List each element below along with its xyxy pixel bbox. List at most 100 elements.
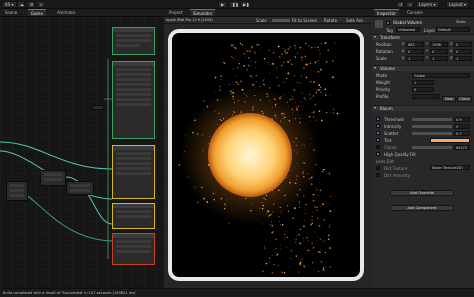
pause-button[interactable]: ❚❚: [229, 1, 239, 8]
profile-field[interactable]: [412, 94, 440, 99]
spark: [329, 210, 332, 212]
volume-value-field[interactable]: 0: [412, 87, 434, 92]
spark: [328, 172, 331, 175]
object-name[interactable]: Global Volume: [393, 20, 422, 25]
bloom-value-field[interactable]: 0.9: [454, 117, 470, 122]
bloom-slider-track[interactable]: [412, 146, 452, 149]
bloom-value-field[interactable]: 5: [454, 124, 470, 129]
spark: [228, 222, 230, 224]
collab-icon[interactable]: ⚙: [27, 1, 35, 8]
volume-value-field[interactable]: 1: [412, 80, 434, 85]
operator-node[interactable]: [66, 181, 94, 195]
spark: [319, 189, 322, 192]
override-checkbox[interactable]: [376, 131, 380, 135]
transform-value-field[interactable]: 0: [406, 49, 424, 54]
override-checkbox[interactable]: [376, 138, 380, 142]
spark: [314, 206, 316, 208]
tab-console[interactable]: Console: [404, 9, 426, 16]
operator-node[interactable]: [40, 170, 66, 186]
spark: [303, 173, 304, 174]
spark: [281, 271, 283, 274]
transform-value-field[interactable]: 882: [406, 42, 424, 47]
tab-inspector[interactable]: Inspector: [374, 9, 399, 16]
volume-value-field[interactable]: Global: [412, 73, 470, 78]
active-checkbox[interactable]: [386, 21, 390, 25]
property-node[interactable]: [6, 181, 28, 201]
spark: [283, 271, 286, 274]
static-toggle[interactable]: Static: [456, 20, 466, 24]
spark: [316, 103, 317, 105]
bloom-slider-track[interactable]: [412, 125, 452, 128]
transform-value-field[interactable]: 0: [454, 49, 472, 54]
status-bar[interactable]: Build completed with a result of 'Succee…: [0, 288, 474, 297]
search-icon[interactable]: ⌕: [406, 1, 414, 8]
override-checkbox[interactable]: [376, 145, 380, 149]
update-context-node[interactable]: [112, 145, 155, 199]
output-context-node[interactable]: [112, 203, 155, 229]
dirt-texture-field[interactable]: None (Texture2D): [430, 165, 470, 170]
chevron-down-icon[interactable]: ▾: [374, 65, 376, 71]
bloom-value-field[interactable]: 0.7: [454, 131, 470, 136]
spark: [289, 181, 292, 184]
tint-color-swatch[interactable]: [430, 138, 470, 143]
bloom-section-header[interactable]: Bloom: [372, 105, 474, 111]
play-button[interactable]: ▶: [218, 1, 227, 8]
new-profile-button[interactable]: New: [442, 96, 456, 102]
add-component-button[interactable]: Add Component: [390, 205, 454, 211]
transform-section-header[interactable]: Transform: [372, 34, 474, 40]
rotate-button[interactable]: Rotate: [324, 17, 337, 24]
tab-simulator[interactable]: Simulator: [190, 9, 216, 16]
override-checkbox[interactable]: [376, 117, 380, 121]
output-render-node[interactable]: [112, 233, 155, 265]
spark: [272, 52, 275, 54]
bloom-row-label: Scatter: [384, 131, 399, 136]
dirt-intensity-checkbox[interactable]: [376, 173, 380, 177]
spark: [235, 81, 238, 84]
override-checkbox[interactable]: [376, 124, 380, 128]
spark: [297, 52, 298, 54]
spawn-context-node[interactable]: [112, 27, 155, 55]
clone-profile-button[interactable]: Clone: [457, 96, 472, 102]
device-model-label[interactable]: Apple iPad Pro 12.9 (2018): [166, 18, 254, 23]
bloom-value-field[interactable]: 65472: [454, 145, 470, 150]
transform-value-field[interactable]: 1: [454, 56, 472, 61]
transform-row-label: Position: [376, 42, 392, 47]
tag-dropdown[interactable]: Untagged: [396, 27, 420, 32]
spark: [322, 269, 325, 271]
spark: [314, 231, 316, 233]
hq-filter-checkbox[interactable]: [376, 152, 380, 156]
bloom-slider-track[interactable]: [412, 132, 452, 135]
spark: [285, 237, 286, 239]
layer-dropdown[interactable]: Default: [436, 27, 470, 32]
dirt-texture-checkbox[interactable]: [376, 166, 380, 170]
transform-value-field[interactable]: 0: [430, 49, 448, 54]
transform-value-field[interactable]: 1: [406, 56, 424, 61]
account-dropdown[interactable]: AS ▾: [2, 1, 17, 8]
safe-area-toggle[interactable]: Safe Are: [346, 17, 363, 24]
spark: [319, 86, 322, 89]
fit-to-screen-button[interactable]: Fit to Screen: [292, 17, 317, 24]
layers-dropdown[interactable]: Layers ▾: [416, 1, 439, 8]
layout-dropdown[interactable]: Layout ▾: [446, 1, 469, 8]
step-button[interactable]: ▶❚: [240, 1, 249, 8]
search-icon[interactable]: ⌕: [37, 1, 45, 8]
cloud-icon[interactable]: ☁: [17, 1, 25, 8]
add-override-button[interactable]: Add Override: [390, 190, 454, 196]
bloom-slider-track[interactable]: [412, 118, 452, 121]
chevron-down-icon[interactable]: ▾: [374, 34, 376, 40]
chevron-down-icon[interactable]: ▾: [374, 105, 376, 111]
operator-node[interactable]: [92, 105, 104, 110]
transform-value-field[interactable]: 0: [454, 42, 472, 47]
spark: [324, 42, 327, 44]
scale-slider[interactable]: [272, 19, 290, 22]
spark: [289, 46, 291, 48]
history-icon[interactable]: ↺: [396, 1, 404, 8]
transform-value-field[interactable]: 1098: [430, 42, 448, 47]
initialize-context-node[interactable]: [112, 61, 155, 139]
spark: [320, 248, 322, 250]
transform-value-field[interactable]: 1: [430, 56, 448, 61]
tab-project[interactable]: Project: [166, 9, 186, 16]
spark: [302, 144, 304, 146]
device-screen[interactable]: [172, 33, 360, 277]
volume-section-header[interactable]: Volume: [372, 65, 474, 71]
